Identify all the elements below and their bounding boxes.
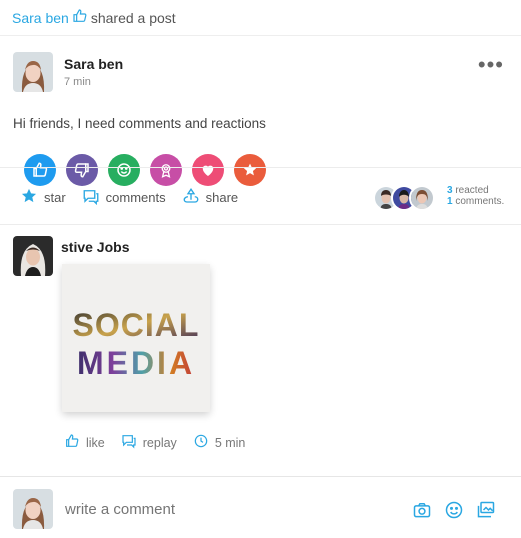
avatar[interactable] [13,52,53,92]
thumb-share-icon [72,8,88,27]
like-icon [64,433,80,452]
share-label: share [205,190,239,205]
star-label: star [44,190,66,205]
more-dots-icon[interactable]: ••• [478,54,504,76]
divider [0,167,521,168]
composer-row [13,489,265,529]
reacted-count: 3 [447,185,453,196]
avatar [13,489,53,529]
dislike-reaction-icon[interactable] [66,154,98,186]
star-button[interactable]: star [20,187,66,208]
avatar[interactable] [13,236,53,276]
reacted-label: reacted [455,185,489,196]
like-label: like [86,435,105,450]
like-button[interactable]: like [64,433,105,452]
reacted-avatars[interactable] [373,185,435,211]
composer-actions [412,500,496,525]
reaction-stats[interactable]: 3 reacted 1 comments. [447,185,504,207]
reaction-bar [24,154,266,186]
star-reaction-icon[interactable] [234,154,266,186]
avatar [409,185,435,211]
comment-time-label: 5 min [214,435,246,450]
award-reaction-icon[interactable] [150,154,182,186]
share-header: Sara ben shared a post [0,0,521,36]
share-action-text: shared a post [90,9,176,26]
comment-image[interactable]: SOCIAL MEDIA [62,264,210,412]
share-user-link[interactable]: Sara ben [12,10,69,26]
comment-time: 5 min [193,433,246,452]
comments-count: 1 [447,196,453,207]
camera-icon[interactable] [412,500,432,525]
like-reaction-icon[interactable] [24,154,56,186]
smile-reaction-icon[interactable] [108,154,140,186]
share-button[interactable]: share [182,187,239,208]
star-icon [20,187,38,208]
replay-label: replay [142,435,177,450]
comments-label: comments [105,190,166,205]
comment-actions: like replay 5 min [64,433,245,452]
emoji-icon[interactable] [444,500,464,525]
image-text-social: SOCIAL [73,307,200,343]
heart-reaction-icon[interactable] [192,154,224,186]
comments-button[interactable]: comments [82,187,166,208]
replay-button[interactable]: replay [121,433,177,452]
replay-icon [121,433,137,452]
clock-icon [193,433,209,452]
share-icon [182,187,200,208]
post-author[interactable]: Sara ben [64,56,123,72]
post-actions: star comments share [20,187,238,208]
post-time: 7 min [64,76,91,88]
divider [0,224,521,225]
post-text: Hi friends, I need comments and reaction… [13,116,266,131]
comments-icon [82,187,100,208]
comment-input[interactable] [65,500,265,518]
gallery-icon[interactable] [476,500,496,525]
post-header: Sara ben 7 min [13,52,123,92]
comments-count-label: comments. [455,196,505,207]
image-text-media: MEDIA [77,345,195,381]
